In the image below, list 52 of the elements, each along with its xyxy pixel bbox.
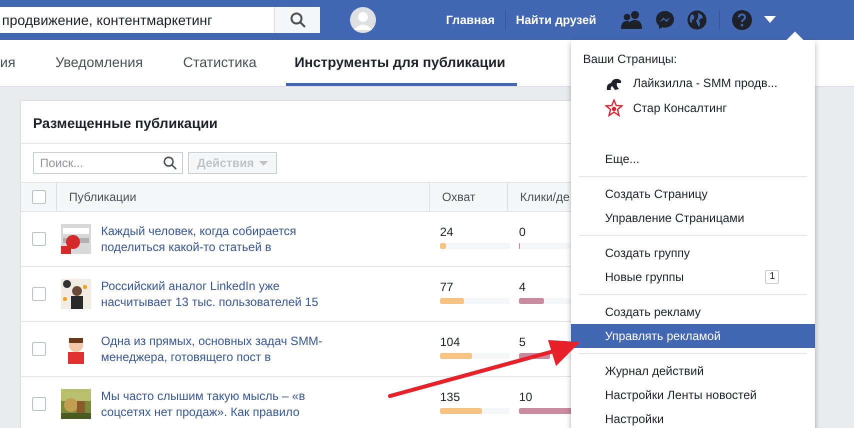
post-link[interactable]: Одна из прямых, основных задач SMM-менеджера, готовящего пост в: [101, 333, 341, 365]
help-icon[interactable]: [732, 10, 752, 30]
search-field[interactable]: продвижение, контентмаркетинг: [0, 7, 320, 33]
count-badge: 1: [765, 270, 779, 284]
tab[interactable]: Уведомления: [45, 40, 153, 86]
checkbox[interactable]: [32, 397, 46, 411]
search-icon: [290, 12, 306, 28]
clicks-value: 0: [519, 225, 527, 239]
menu-item[interactable]: Настройки Ленты новостей: [571, 383, 815, 407]
menu-item[interactable]: Создать группу: [571, 241, 815, 265]
avatar-icon[interactable]: [350, 7, 376, 33]
search-icon: [163, 156, 177, 170]
post-link[interactable]: Российский аналог LinkedIn уже насчитывает 13 тыс. пользователей 15: [101, 278, 341, 310]
reach-value: 135: [440, 390, 462, 404]
tab[interactable]: ия: [0, 40, 26, 86]
search-button[interactable]: [274, 7, 320, 33]
column-header: Клики/де: [519, 189, 571, 206]
menu-item[interactable]: Настройки: [571, 407, 815, 428]
reach-value: 24: [440, 225, 454, 239]
page-item[interactable]: Лайкзилла - SMM продв...: [571, 70, 815, 95]
checkbox[interactable]: [32, 287, 46, 301]
messenger-icon[interactable]: [655, 10, 676, 30]
menu-item[interactable]: Управлять рекламой: [571, 324, 815, 348]
menu-item[interactable]: Еще...: [571, 147, 815, 171]
post-link[interactable]: Мы часто слышим такую мысль – «в соцсетях нет продаж». Как правило: [101, 388, 341, 420]
globe-icon[interactable]: [687, 10, 708, 30]
checkbox[interactable]: [32, 232, 46, 246]
nav-link[interactable]: Главная: [446, 13, 495, 27]
post-link[interactable]: Каждый человек, когда собирается поделиться какой-то статьей в: [101, 223, 341, 255]
caret-icon[interactable]: [764, 16, 776, 24]
reach-value: 77: [440, 280, 454, 294]
reach-value: 104: [440, 335, 462, 349]
column-header: Публикации: [68, 189, 138, 206]
nav-link[interactable]: Найти друзей: [516, 13, 596, 27]
clicks-value: 5: [519, 335, 527, 349]
menu-section-title: Ваши Страницы:: [582, 51, 678, 68]
menu-item[interactable]: Новые группы 1: [571, 265, 815, 289]
search-field[interactable]: Поиск...: [33, 152, 183, 174]
checkbox[interactable]: [32, 342, 46, 356]
tab[interactable]: Инструменты для публикации: [286, 40, 518, 86]
menu-item[interactable]: Создать Страницу: [571, 182, 815, 206]
caret-icon: [259, 160, 268, 166]
clicks-value: 10: [519, 390, 534, 404]
checkbox[interactable]: [32, 190, 46, 204]
clicks-value: 4: [519, 280, 527, 294]
menu-item[interactable]: Журнал действий: [571, 359, 815, 383]
star-logo-icon: [605, 98, 623, 116]
tab[interactable]: Статистика: [172, 40, 266, 86]
friends-icon[interactable]: [621, 10, 644, 30]
column-header: Охват: [429, 183, 508, 211]
menu-item[interactable]: Управление Страницами: [571, 206, 815, 230]
menu-item[interactable]: Создать рекламу: [571, 300, 815, 324]
